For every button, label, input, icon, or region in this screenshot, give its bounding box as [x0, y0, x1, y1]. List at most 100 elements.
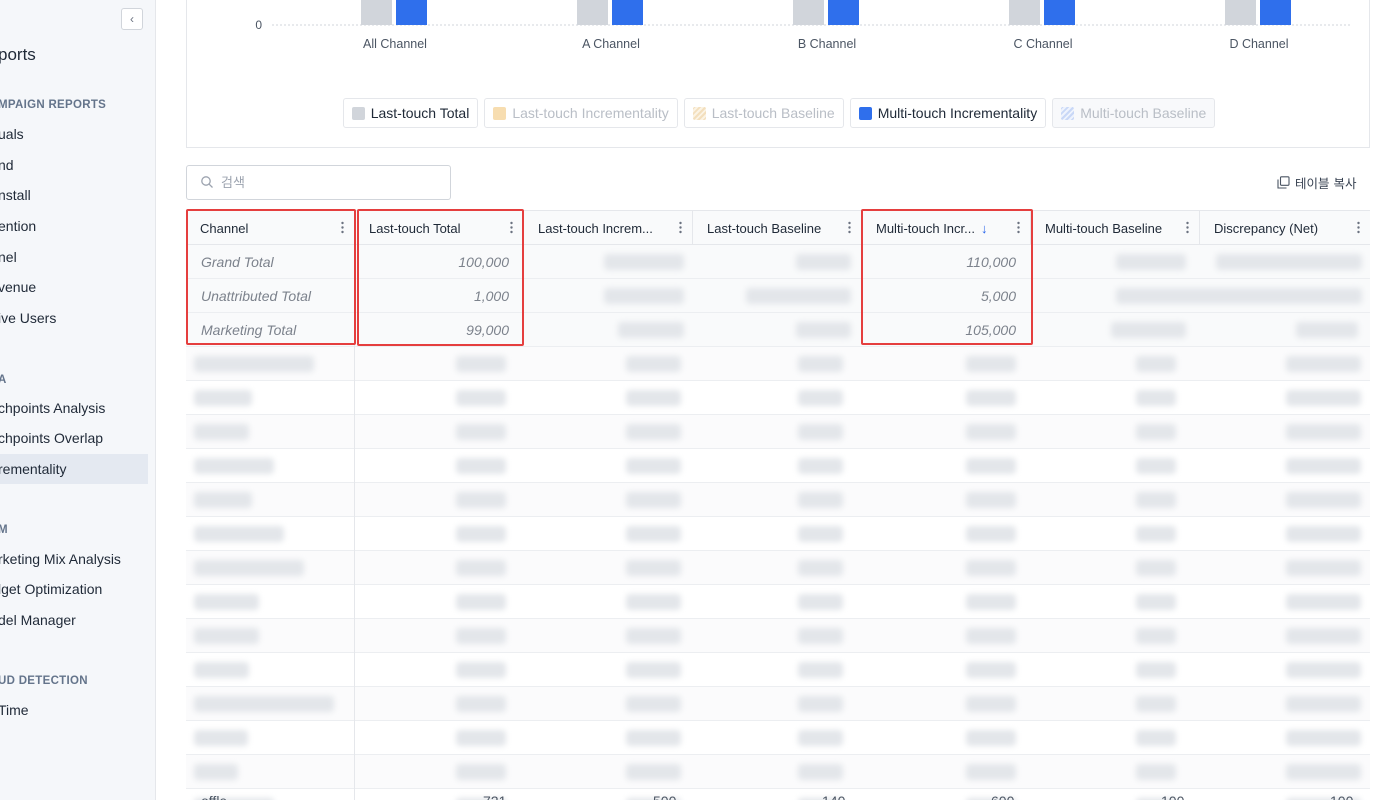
- blurred-cell: [1296, 322, 1358, 338]
- table-row[interactable]: [186, 755, 1370, 789]
- legend-last-touch-total[interactable]: Last-touch Total: [342, 98, 479, 128]
- chart-panel: 0 All Channel A Channel B Channel C Channel D…: [186, 0, 1370, 148]
- table-row[interactable]: [186, 789, 1370, 800]
- column-menu-icon[interactable]: [341, 221, 344, 234]
- copy-table-button[interactable]: 테이블 복사: [1277, 172, 1356, 192]
- blurred-cell: [1286, 390, 1361, 406]
- blurred-cell: [456, 424, 506, 440]
- bar-last-touch-total[interactable]: [577, 0, 608, 25]
- bar-last-touch-total[interactable]: [1225, 0, 1256, 25]
- sidebar-item-real-time[interactable]: Time: [0, 695, 148, 725]
- sidebar-item-model-manager[interactable]: del Manager: [0, 605, 148, 635]
- cell-value: 100: [1161, 793, 1184, 800]
- blurred-cell: [626, 764, 681, 780]
- bar-last-touch-total[interactable]: [1009, 0, 1040, 25]
- column-menu-icon[interactable]: [510, 221, 513, 234]
- legend-swatch: [493, 106, 507, 120]
- column-menu-icon[interactable]: [1186, 221, 1189, 234]
- sidebar-item-visuals[interactable]: uals: [0, 119, 148, 149]
- table-row[interactable]: [186, 415, 1370, 449]
- blurred-cell: [1286, 764, 1361, 780]
- blurred-cell: [1136, 560, 1176, 576]
- sidebar-item-install[interactable]: nstall: [0, 180, 148, 210]
- blurred-cell: [194, 390, 252, 406]
- blurred-cell: [456, 594, 506, 610]
- blurred-cell: [966, 662, 1016, 678]
- column-menu-icon[interactable]: [1017, 221, 1020, 234]
- column-menu-icon[interactable]: [848, 221, 851, 234]
- column-menu-icon[interactable]: [679, 221, 682, 234]
- table-row[interactable]: [186, 381, 1370, 415]
- collapse-sidebar-button[interactable]: ‹: [121, 8, 143, 30]
- cell-channel: Unattributed Total: [201, 288, 311, 304]
- blurred-cell: [1136, 458, 1176, 474]
- blurred-cell: [456, 696, 506, 712]
- table-row[interactable]: [186, 721, 1370, 755]
- blurred-cell: [798, 458, 843, 474]
- copy-table-label: 테이블 복사: [1295, 175, 1357, 191]
- table-row-unattributed-total[interactable]: Unattributed Total 1,000 5,000: [186, 279, 1370, 313]
- sidebar-item-active-users[interactable]: ive Users: [0, 303, 148, 333]
- column-header-last-touch-baseline[interactable]: Last-touch Baseline: [693, 211, 862, 245]
- bar-multi-touch-incrementality[interactable]: [396, 0, 427, 25]
- blurred-cell: [1136, 424, 1176, 440]
- blurred-cell: [456, 628, 506, 644]
- blurred-cell: [966, 458, 1016, 474]
- blurred-cell: [626, 662, 681, 678]
- legend-multi-touch-incrementality[interactable]: Multi-touch Incrementality: [849, 98, 1047, 128]
- legend-last-touch-incrementality[interactable]: Last-touch Incrementality: [484, 98, 678, 128]
- bar-multi-touch-incrementality[interactable]: [1044, 0, 1075, 25]
- x-tick-label: B Channel: [798, 37, 856, 51]
- sidebar-item-marketing-mix-analysis[interactable]: rketing Mix Analysis: [0, 544, 148, 574]
- legend-last-touch-baseline[interactable]: Last-touch Baseline: [683, 98, 844, 128]
- blurred-cell: [626, 492, 681, 508]
- table-row[interactable]: [186, 517, 1370, 551]
- blurred-cell: [456, 458, 506, 474]
- sidebar-item-revenue[interactable]: venue: [0, 272, 148, 302]
- bar-multi-touch-incrementality[interactable]: [612, 0, 643, 25]
- column-header-channel[interactable]: Channel: [186, 211, 355, 245]
- blurred-cell: [966, 560, 1016, 576]
- table-row[interactable]: [186, 653, 1370, 687]
- section-mmm: M: [0, 524, 8, 536]
- search-box: [186, 165, 451, 200]
- blurred-cell: [798, 356, 843, 372]
- column-header-discrepancy-net[interactable]: Discrepancy (Net): [1200, 211, 1370, 245]
- column-menu-icon[interactable]: [1357, 221, 1360, 234]
- legend-multi-touch-baseline[interactable]: Multi-touch Baseline: [1052, 98, 1216, 128]
- data-table: Channel Last-touch Total Last-touch Incr…: [186, 210, 1370, 800]
- bar-last-touch-total[interactable]: [361, 0, 392, 25]
- sidebar-item-retention[interactable]: ention: [0, 211, 148, 241]
- table-row-grand-total[interactable]: Grand Total 100,000 110,000: [186, 245, 1370, 279]
- table-row[interactable]: [186, 687, 1370, 721]
- table-row[interactable]: [186, 347, 1370, 381]
- bar-multi-touch-incrementality[interactable]: [828, 0, 859, 25]
- column-header-last-touch-incrementality[interactable]: Last-touch Increm...: [524, 211, 693, 245]
- blurred-cell: [798, 424, 843, 440]
- blurred-cell: [194, 730, 248, 746]
- table-row[interactable]: [186, 551, 1370, 585]
- sidebar-item-incrementality[interactable]: rementality: [0, 454, 148, 484]
- table-row[interactable]: [186, 619, 1370, 653]
- column-header-multi-touch-incrementality[interactable]: Multi-touch Incr... ↓: [862, 211, 1031, 245]
- sort-descending-icon[interactable]: ↓: [981, 221, 988, 236]
- table-row[interactable]: [186, 585, 1370, 619]
- bar-last-touch-total[interactable]: [793, 0, 824, 25]
- cell-last-touch-total: 1,000: [473, 288, 509, 304]
- search-input[interactable]: [221, 173, 441, 193]
- table-row[interactable]: [186, 449, 1370, 483]
- legend-label: Last-touch Baseline: [711, 105, 835, 121]
- section-mta: A: [0, 374, 7, 386]
- column-header-multi-touch-baseline[interactable]: Multi-touch Baseline: [1031, 211, 1200, 245]
- sidebar-item-budget-optimization[interactable]: lget Optimization: [0, 574, 148, 604]
- sidebar-item-trend[interactable]: nd: [0, 150, 148, 180]
- y-tick-label: 0: [255, 18, 262, 32]
- sidebar-item-touchpoints-overlap[interactable]: chpoints Overlap: [0, 423, 148, 453]
- sidebar-item-funnel[interactable]: nel: [0, 242, 148, 272]
- table-row[interactable]: [186, 483, 1370, 517]
- sidebar-item-touchpoints-analysis[interactable]: chpoints Analysis: [0, 393, 148, 423]
- table-row-marketing-total[interactable]: Marketing Total 99,000 105,000: [186, 313, 1370, 347]
- blurred-cell: [604, 288, 684, 304]
- bar-multi-touch-incrementality[interactable]: [1260, 0, 1291, 25]
- column-header-last-touch-total[interactable]: Last-touch Total: [355, 211, 524, 245]
